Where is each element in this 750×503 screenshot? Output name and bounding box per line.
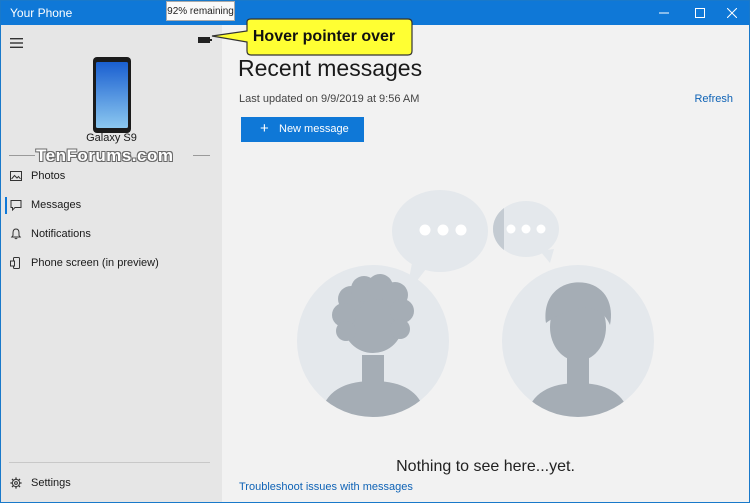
- maximize-icon: [695, 8, 705, 18]
- hamburger-menu-button[interactable]: [10, 35, 23, 48]
- troubleshoot-link[interactable]: Troubleshoot issues with messages: [239, 481, 413, 493]
- bell-icon: [10, 228, 22, 240]
- close-icon: [727, 8, 737, 18]
- nav-item-settings[interactable]: Settings: [1, 472, 222, 496]
- nav-label-messages: Messages: [31, 199, 82, 211]
- last-updated-text: Last updated on 9/9/2019 at 9:56 AM: [239, 93, 420, 105]
- nav-label-photos: Photos: [31, 170, 66, 182]
- main-panel: Recent messages Last updated on 9/9/2019…: [222, 25, 749, 502]
- watermark-line-right: [193, 155, 210, 156]
- plus-icon: +: [260, 120, 269, 137]
- new-message-button[interactable]: + New message: [241, 117, 364, 142]
- empty-state-text: Nothing to see here...yet.: [396, 458, 575, 475]
- avatar-right: [502, 265, 654, 417]
- empty-state-illustration: [297, 190, 654, 417]
- page-title: Recent messages: [238, 55, 423, 81]
- device-name: Galaxy S9: [86, 132, 137, 144]
- messages-icon: [10, 200, 22, 211]
- nav-item-notifications[interactable]: Notifications: [1, 223, 222, 247]
- watermark: TenForums.com: [36, 146, 174, 165]
- gear-icon: [10, 477, 22, 489]
- sidebar-divider: [9, 462, 210, 463]
- callout-text: Hover pointer over: [252, 28, 396, 45]
- new-message-label: New message: [279, 123, 349, 135]
- refresh-link[interactable]: Refresh: [694, 93, 733, 105]
- nav-label-settings: Settings: [31, 477, 71, 489]
- maximize-button[interactable]: [683, 1, 717, 25]
- nav-label-phone-screen: Phone screen (in preview): [31, 257, 159, 269]
- window-title: Your Phone: [10, 6, 73, 20]
- minimize-icon: [659, 12, 669, 14]
- photos-icon: [10, 171, 22, 181]
- watermark-line-left: [9, 155, 35, 156]
- nav-item-photos[interactable]: Photos: [1, 165, 222, 189]
- close-button[interactable]: [715, 1, 749, 25]
- speech-bubble-small: [492, 201, 559, 263]
- app-window: Your Phone Galaxy S9 TenForums.com Photo…: [0, 0, 750, 503]
- minimize-button[interactable]: [647, 1, 681, 25]
- phone-image: [93, 57, 131, 133]
- sidebar: Galaxy S9 TenForums.com Photos Messages …: [1, 25, 222, 502]
- hamburger-icon: [10, 38, 23, 48]
- nav-item-phone-screen[interactable]: Phone screen (in preview): [1, 252, 222, 276]
- phone-screen-icon: [10, 257, 20, 269]
- battery-icon[interactable]: [198, 37, 212, 43]
- nav-item-messages[interactable]: Messages: [1, 194, 222, 218]
- nav-label-notifications: Notifications: [31, 228, 91, 240]
- avatar-left: [297, 265, 449, 417]
